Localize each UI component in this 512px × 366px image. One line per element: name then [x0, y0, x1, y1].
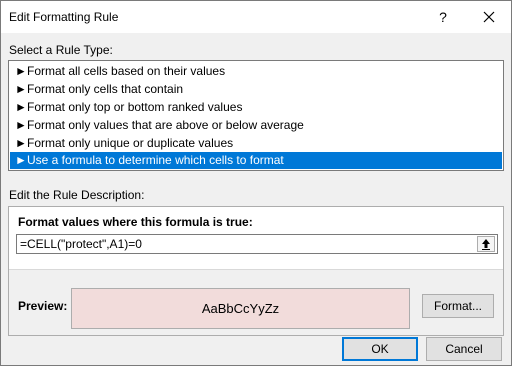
- rule-type-item[interactable]: ►Format only unique or duplicate values: [10, 135, 502, 152]
- rule-description-heading: Edit the Rule Description:: [9, 188, 145, 202]
- rule-description-panel: Format values where this formula is true…: [8, 206, 504, 336]
- arrow-icon: ►: [15, 64, 27, 78]
- arrow-icon: ►: [15, 136, 27, 150]
- preview-swatch: AaBbCcYyZz: [71, 288, 410, 329]
- title-bar: Edit Formatting Rule ?: [1, 1, 511, 33]
- close-icon: [483, 11, 495, 23]
- rule-type-heading: Select a Rule Type:: [9, 43, 113, 57]
- rule-type-label: Format only unique or duplicate values: [27, 136, 234, 150]
- help-button[interactable]: ?: [433, 7, 453, 27]
- dialog-title: Edit Formatting Rule: [9, 10, 119, 24]
- rule-type-item[interactable]: ►Format only cells that contain: [10, 81, 502, 98]
- ok-button[interactable]: OK: [342, 337, 418, 361]
- rule-type-item[interactable]: ►Format only values that are above or be…: [10, 117, 502, 134]
- rule-type-label: Format only cells that contain: [27, 82, 184, 96]
- collapse-arrow-icon: [482, 239, 490, 250]
- formula-input[interactable]: =CELL("protect",A1)=0: [16, 234, 498, 254]
- arrow-icon: ►: [15, 118, 27, 132]
- rule-type-label: Format all cells based on their values: [27, 64, 226, 78]
- format-button[interactable]: Format...: [422, 294, 494, 318]
- formula-label: Format values where this formula is true…: [18, 215, 253, 229]
- arrow-icon: ►: [15, 82, 27, 96]
- rule-type-item-selected[interactable]: ►Use a formula to determine which cells …: [10, 152, 502, 169]
- preview-label: Preview:: [18, 299, 68, 313]
- rule-type-label: Format only top or bottom ranked values: [27, 100, 243, 114]
- close-button[interactable]: [479, 7, 499, 27]
- formula-value: =CELL("protect",A1)=0: [20, 237, 142, 251]
- rule-type-item[interactable]: ►Format only top or bottom ranked values: [10, 99, 502, 116]
- arrow-icon: ►: [15, 153, 27, 167]
- rule-type-label: Use a formula to determine which cells t…: [27, 153, 284, 167]
- arrow-icon: ►: [15, 100, 27, 114]
- cancel-button[interactable]: Cancel: [426, 337, 502, 361]
- edit-formatting-rule-dialog: Edit Formatting Rule ? Select a Rule Typ…: [0, 0, 512, 366]
- collapse-dialog-button[interactable]: [477, 236, 495, 252]
- rule-type-list[interactable]: ►Format all cells based on their values …: [8, 60, 504, 171]
- formula-section: Format values where this formula is true…: [9, 207, 503, 270]
- rule-type-item[interactable]: ►Format all cells based on their values: [10, 63, 502, 80]
- rule-type-label: Format only values that are above or bel…: [27, 118, 304, 132]
